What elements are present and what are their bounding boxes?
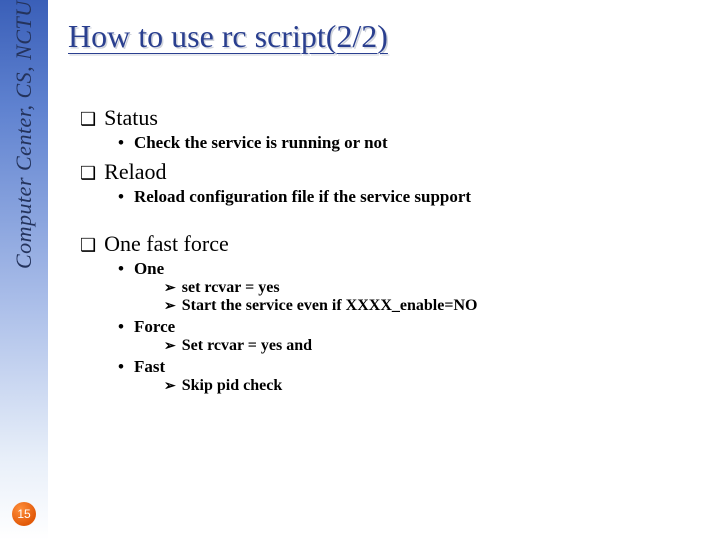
bullet-text: Force	[134, 317, 175, 337]
bullet-text: Check the service is running or not	[134, 133, 388, 153]
bullet-item-fast: • Fast	[118, 357, 700, 377]
square-bullet-icon: ❑	[80, 164, 96, 182]
section-heading: One fast force	[104, 231, 229, 257]
slide-title: How to use rc script(2/2)	[68, 18, 700, 55]
subbullet-text: set rcvar = yes	[182, 279, 280, 297]
dot-bullet-icon: •	[118, 187, 124, 207]
section-status: ❑ Status	[80, 105, 700, 131]
triangle-bullet-icon: ➢	[164, 298, 176, 315]
institution-label: Computer Center, CS, NCTU	[4, 0, 44, 360]
section-onefastforce: ❑ One fast force	[80, 231, 700, 257]
dot-bullet-icon: •	[118, 259, 124, 279]
bullet-item-force: • Force	[118, 317, 700, 337]
bullet-item: • Check the service is running or not	[118, 133, 700, 153]
subbullet-item: ➢ Skip pid check	[164, 377, 700, 395]
dot-bullet-icon: •	[118, 357, 124, 377]
bullet-item-one: • One	[118, 259, 700, 279]
subbullet-text: Set rcvar = yes and	[182, 337, 312, 355]
subbullet-item: ➢ set rcvar = yes	[164, 279, 700, 297]
subbullet-item: ➢ Start the service even if XXXX_enable=…	[164, 297, 700, 315]
subbullet-text: Skip pid check	[182, 377, 282, 395]
section-heading: Status	[104, 105, 158, 131]
bullet-item: • Reload configuration file if the servi…	[118, 187, 700, 207]
dot-bullet-icon: •	[118, 133, 124, 153]
slide-number: 15	[17, 507, 30, 521]
slide-content: How to use rc script(2/2) ❑ Status • Che…	[68, 18, 700, 395]
bullet-text: Reload configuration file if the service…	[134, 187, 471, 207]
section-heading: Relaod	[104, 159, 166, 185]
triangle-bullet-icon: ➢	[164, 378, 176, 395]
subbullet-item: ➢ Set rcvar = yes and	[164, 337, 700, 355]
subbullet-text: Start the service even if XXXX_enable=NO	[182, 297, 478, 315]
square-bullet-icon: ❑	[80, 110, 96, 128]
section-reload: ❑ Relaod	[80, 159, 700, 185]
triangle-bullet-icon: ➢	[164, 338, 176, 355]
sidebar-gradient: Computer Center, CS, NCTU 15	[0, 0, 48, 540]
square-bullet-icon: ❑	[80, 236, 96, 254]
slide-number-badge: 15	[12, 502, 36, 526]
bullet-text: One	[134, 259, 164, 279]
bullet-text: Fast	[134, 357, 165, 377]
dot-bullet-icon: •	[118, 317, 124, 337]
triangle-bullet-icon: ➢	[164, 280, 176, 297]
slide-body: ❑ Status • Check the service is running …	[68, 105, 700, 395]
